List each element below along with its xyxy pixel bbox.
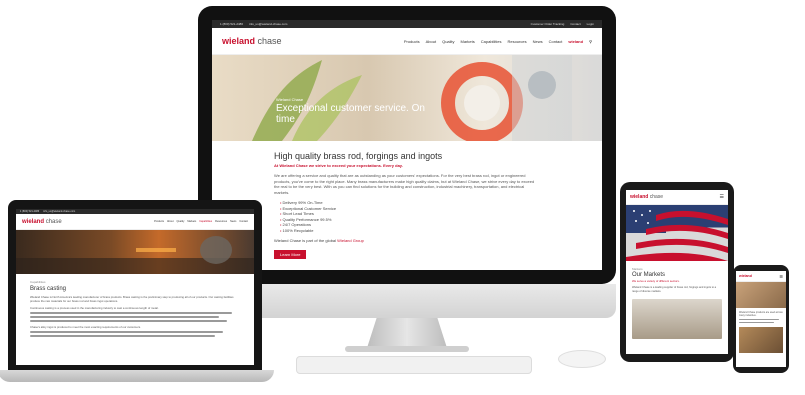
tablet-body: Wieland Chase is a leading supplier of b… — [632, 286, 717, 293]
tablet-content: Markets Our Markets We serve a variety o… — [626, 261, 728, 345]
laptop-breadcrumb: Capabilities — [30, 280, 46, 284]
logo-brand: wieland — [630, 194, 649, 200]
laptop-paragraph: Continuous casting is a process used in … — [30, 306, 159, 310]
tablet-header: wieland chase ☰ — [626, 190, 728, 205]
search-icon[interactable]: ⚲ — [589, 39, 592, 44]
page-heading: High quality brass rod, forgings and ing… — [274, 151, 443, 161]
tablet-screen: wieland chase ☰ Markets Our Markets We s… — [626, 190, 728, 354]
intro-paragraph: We are offering a service and quality th… — [274, 173, 535, 195]
phone: wieland ☰ Wieland Chase products are use… — [733, 265, 789, 373]
main-nav: Products About Quality Markets Capabilit… — [404, 39, 592, 44]
nav-products[interactable]: Products — [404, 39, 420, 44]
feature-list: • Delivery 99% On-Time • Exceptional Cus… — [274, 200, 540, 233]
foundry-image — [16, 236, 254, 274]
email-link[interactable]: info_us@wieland-chase.com — [249, 22, 287, 26]
utility-link-contact[interactable]: Contact — [570, 22, 580, 26]
laptop-content: Capabilities Brass casting Wieland Chase… — [16, 274, 254, 345]
laptop-base — [0, 370, 274, 382]
laptop: 1 (800) 521-2486 info_us@wieland-chase.c… — [8, 200, 262, 370]
phone-number[interactable]: 1 (800) 521-2486 — [220, 22, 243, 26]
nav-resources[interactable]: Resources — [215, 220, 227, 223]
hero-image — [252, 55, 572, 141]
logo-brand: wieland — [22, 218, 45, 225]
logo-suffix: chase — [257, 36, 282, 46]
learn-more-button[interactable]: Learn More — [274, 250, 307, 259]
laptop-paragraph: Wieland Chase is North America's leading… — [30, 295, 234, 303]
logo-suffix: chase — [45, 218, 62, 225]
laptop-phone[interactable]: 1 (800) 521-2486 — [20, 210, 39, 213]
laptop-heading: Brass casting — [30, 286, 67, 292]
main-content: High quality brass rod, forgings and ing… — [212, 141, 602, 261]
nav-markets[interactable]: Markets — [187, 220, 196, 223]
text-line — [30, 331, 224, 333]
laptop-screen: 1 (800) 521-2486 info_us@wieland-chase.c… — [16, 209, 254, 365]
hero-title: Exceptional customer service. On time — [276, 103, 425, 125]
utility-link-order-tracking[interactable]: Customer Order Tracking — [531, 22, 565, 26]
flag-image — [626, 205, 728, 261]
laptop-nav: Products About Quality Markets Capabilit… — [154, 220, 248, 223]
laptop-hero-image — [16, 230, 254, 274]
tablet: wieland chase ☰ Markets Our Markets We s… — [620, 182, 734, 362]
nav-quality[interactable]: Quality — [177, 220, 185, 223]
logo-brand: wieland — [222, 36, 256, 46]
nav-about[interactable]: About — [167, 220, 174, 223]
menu-icon[interactable]: ☰ — [720, 194, 724, 200]
text-line — [739, 319, 779, 321]
utility-link-login[interactable]: Login — [587, 22, 594, 26]
desktop-screen: 1 (800) 521-2486 info_us@wieland-chase.c… — [212, 20, 602, 270]
tablet-heading: Our Markets — [632, 272, 666, 278]
nav-news[interactable]: News — [533, 39, 543, 44]
wieland-group-link[interactable]: Wieland Group — [337, 238, 364, 243]
nav-contact[interactable]: Contact — [549, 39, 563, 44]
laptop-header: wieland chase Products About Quality Mar… — [16, 214, 254, 230]
tablet-logo[interactable]: wieland chase — [630, 194, 663, 200]
tablet-hero-image — [626, 205, 728, 261]
nav-markets[interactable]: Markets — [461, 39, 475, 44]
nav-about[interactable]: About — [426, 39, 436, 44]
menu-icon[interactable]: ☰ — [779, 274, 783, 279]
text-line — [30, 316, 219, 318]
hero-kicker: Wieland Chase — [276, 97, 304, 102]
nav-products[interactable]: Products — [154, 220, 164, 223]
nav-capabilities[interactable]: Capabilities — [199, 220, 212, 223]
phone-content: Wieland Chase products are used across m… — [736, 308, 786, 356]
logo-suffix: chase — [649, 194, 664, 200]
nav-news[interactable]: News — [230, 220, 236, 223]
desktop-foot — [345, 346, 469, 352]
mouse — [558, 350, 606, 368]
nav-capabilities[interactable]: Capabilities — [481, 39, 502, 44]
laptop-logo[interactable]: wieland chase — [22, 219, 62, 225]
laptop-paragraph: Chase's alloy ingot is produced to meet … — [30, 325, 141, 329]
text-line — [30, 335, 215, 337]
tablet-gravel-image — [632, 299, 722, 340]
top-bar: 1 (800) 521-2486 info_us@wieland-chase.c… — [212, 20, 602, 28]
hero-banner: Wieland Chase Exceptional customer servi… — [212, 55, 602, 141]
nav-contact[interactable]: Contact — [239, 220, 248, 223]
tablet-section-label: Markets — [632, 267, 643, 271]
keyboard — [296, 356, 532, 374]
group-note: Wieland Chase is part of the global Wiel… — [274, 238, 364, 243]
site-logo[interactable]: wieland chase — [222, 36, 282, 46]
phone-body: Wieland Chase products are used across m… — [739, 311, 783, 318]
nav-logo-small[interactable]: wieland — [568, 39, 583, 44]
laptop-email[interactable]: info_us@wieland-chase.com — [43, 210, 75, 213]
desktop-stand — [367, 318, 447, 348]
tablet-subheading: We serve a variety of different sectors. — [632, 279, 680, 283]
nav-quality[interactable]: Quality — [442, 39, 454, 44]
phone-product-image — [739, 327, 783, 354]
phone-header: wieland ☰ — [736, 271, 786, 282]
phone-screen: wieland ☰ Wieland Chase products are use… — [736, 271, 786, 367]
feature-item: • 100% Recyclable — [280, 227, 314, 233]
phone-logo[interactable]: wieland — [739, 274, 752, 278]
text-line — [30, 320, 228, 322]
site-header: wieland chase Products About Quality Mar… — [212, 28, 602, 55]
nav-resources[interactable]: Resources — [507, 39, 526, 44]
text-line — [30, 312, 232, 314]
phone-hero-image — [736, 282, 786, 308]
text-line — [739, 322, 775, 324]
page-subheading: At Wieland Chase we strive to exceed you… — [274, 163, 403, 168]
